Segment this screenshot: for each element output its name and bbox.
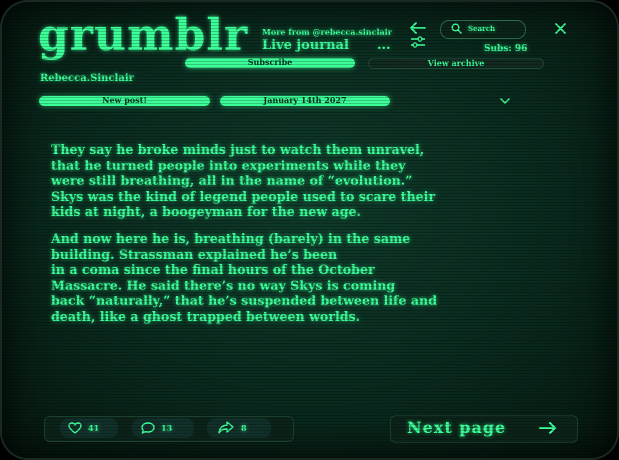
- post-body: They say he broke minds just to watch th…: [51, 142, 441, 336]
- chevron-down-icon[interactable]: [500, 98, 510, 105]
- new-post-button[interactable]: New post!: [39, 96, 210, 106]
- back-arrow-icon[interactable]: [410, 22, 426, 34]
- more-options-button[interactable]: ...: [377, 38, 391, 53]
- arrow-right-icon: [539, 422, 557, 434]
- subscribe-button[interactable]: Subscribe: [185, 58, 355, 68]
- more-from-label: More from @rebecca.sinclair: [262, 27, 392, 37]
- comment-bubble-icon: [141, 422, 155, 434]
- app-logo[interactable]: grumblr: [38, 10, 248, 62]
- heart-icon: [68, 422, 82, 434]
- live-journal-link[interactable]: Live journal: [262, 38, 349, 53]
- close-icon[interactable]: [555, 23, 566, 34]
- next-page-label: Next page: [407, 418, 507, 437]
- subscriber-count: Subs: 96: [484, 44, 528, 54]
- author-name[interactable]: Rebecca.Sinclair: [40, 73, 134, 84]
- share-button[interactable]: [207, 418, 271, 438]
- post-paragraph: And now here he is, breathing (barely) i…: [51, 230, 437, 324]
- like-count: 41: [88, 423, 100, 433]
- share-arrow-icon: [218, 421, 234, 434]
- view-archive-button[interactable]: View archive: [368, 58, 544, 69]
- search-placeholder: Search: [468, 24, 496, 33]
- date-selector[interactable]: January 14th 2027: [220, 96, 390, 106]
- settings-sliders-icon[interactable]: [410, 36, 426, 48]
- comment-count: 13: [161, 423, 173, 433]
- crt-screen: grumblr More from @rebecca.sinclair Live…: [2, 2, 617, 458]
- share-count: 8: [241, 423, 247, 433]
- search-icon: [451, 23, 462, 34]
- post-paragraph: They say he broke minds just to watch th…: [51, 142, 436, 220]
